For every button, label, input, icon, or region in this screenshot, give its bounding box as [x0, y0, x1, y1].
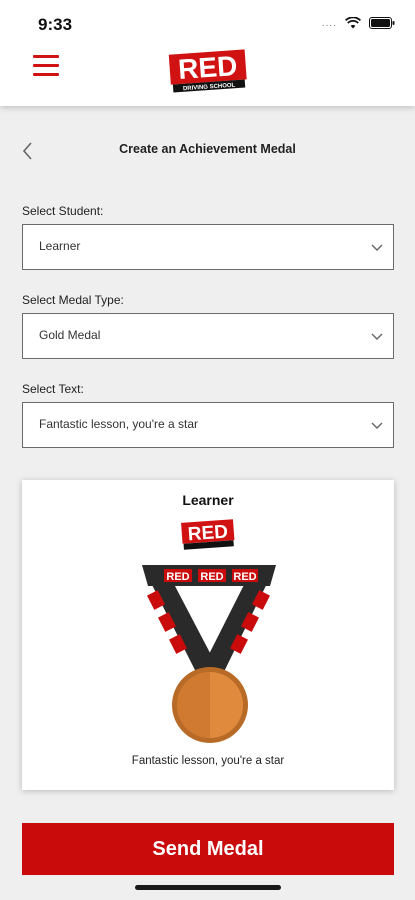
medal-preview-card: Learner RED RED RED RED Fantastic lesson…	[22, 480, 394, 790]
preview-message: Fantastic lesson, you're a star	[131, 755, 285, 767]
chevron-down-icon	[371, 244, 383, 251]
ribbon-text: RED	[166, 571, 189, 583]
home-indicator	[135, 885, 281, 890]
preview-logo: RED	[180, 518, 236, 557]
preview-student-name: Learner	[182, 492, 234, 508]
app-header: 9:33 .... RED DRIVING SCHOOL	[0, 0, 415, 106]
medal-illustration: RED RED RED	[134, 560, 284, 750]
medal-type-label: Select Medal Type:	[22, 293, 124, 307]
student-select[interactable]: Learner	[22, 224, 394, 270]
hamburger-menu-icon[interactable]	[33, 55, 59, 77]
status-icons: ....	[322, 17, 395, 29]
ribbon-text: RED	[200, 571, 223, 583]
text-label: Select Text:	[22, 382, 84, 396]
wifi-icon	[345, 17, 361, 29]
battery-icon	[369, 17, 395, 29]
chevron-down-icon	[371, 422, 383, 429]
student-label: Select Student:	[22, 204, 104, 218]
chevron-down-icon	[371, 333, 383, 340]
medal-type-select-value: Gold Medal	[39, 328, 101, 342]
title-row: Create an Achievement Medal	[0, 135, 415, 165]
text-select-value: Fantastic lesson, you're a star	[39, 417, 199, 431]
text-select[interactable]: Fantastic lesson, you're a star	[22, 402, 394, 448]
medal-type-select[interactable]: Gold Medal	[22, 313, 394, 359]
red-logo: RED DRIVING SCHOOL	[168, 48, 248, 99]
send-medal-button[interactable]: Send Medal	[22, 823, 394, 875]
ribbon-text: RED	[233, 571, 256, 583]
status-time: 9:33	[38, 15, 73, 34]
logo-text: RED	[177, 50, 238, 85]
signal-icon: ....	[321, 17, 337, 29]
student-select-value: Learner	[39, 239, 81, 253]
page-title: Create an Achievement Medal	[119, 142, 296, 156]
